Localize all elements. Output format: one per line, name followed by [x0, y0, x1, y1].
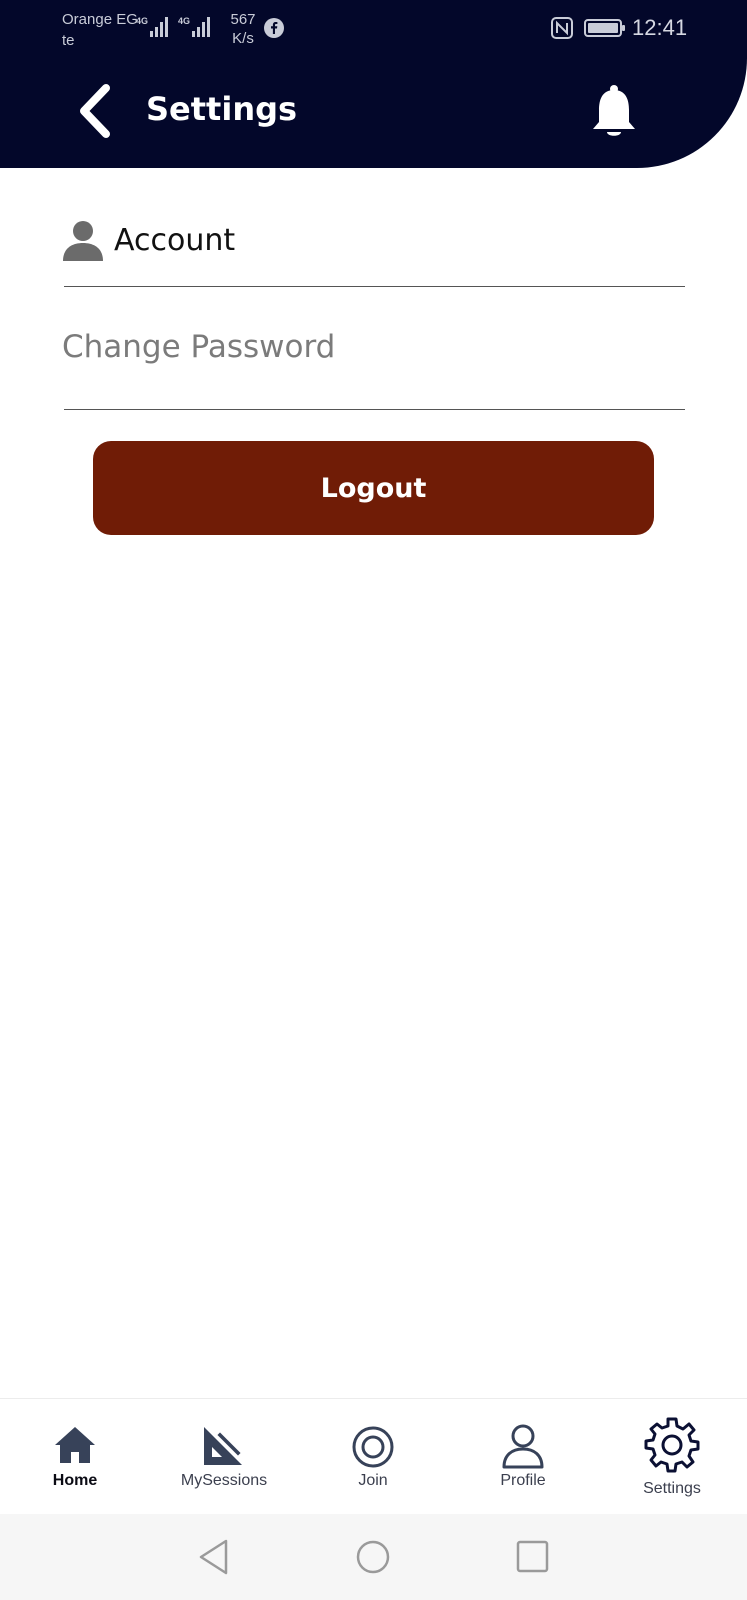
home-icon: [55, 1427, 95, 1463]
account-label: Account: [114, 222, 236, 258]
nav-label-profile: Profile: [500, 1472, 546, 1489]
nfc-icon: [551, 17, 573, 39]
signal-icon: 4G: [136, 16, 168, 37]
nav-item-join[interactable]: Join: [303, 1399, 443, 1515]
target-icon: [352, 1426, 394, 1468]
system-recents-icon[interactable]: [515, 1538, 551, 1576]
gear-icon: [644, 1417, 700, 1473]
nav-label-settings: Settings: [643, 1480, 701, 1497]
svg-text:4G: 4G: [136, 16, 148, 26]
network-speed-unit: K/s: [232, 30, 254, 47]
system-home-icon[interactable]: [355, 1538, 391, 1576]
nav-item-home[interactable]: Home: [5, 1399, 145, 1515]
network-speed-value: 567: [230, 11, 256, 28]
divider: [64, 286, 685, 287]
nav-label-mysessions: MySessions: [180, 1472, 268, 1489]
person-icon: [63, 221, 103, 261]
divider: [64, 409, 685, 410]
status-bar: Orange EG te 4G 4G 567 K/s 12:41: [0, 0, 747, 56]
account-section-header: Account: [62, 216, 235, 264]
bottom-navigation: Home MySessions Join Profile Settings: [0, 1398, 747, 1514]
system-navigation-bar: [0, 1514, 747, 1600]
profile-icon: [502, 1424, 544, 1469]
change-password-item[interactable]: Change Password: [62, 329, 335, 365]
network-speed: 567 K/s: [226, 10, 260, 48]
carrier-name: Orange EG te: [62, 11, 138, 49]
chevron-left-icon[interactable]: [70, 80, 120, 142]
set-square-icon: [204, 1427, 244, 1465]
logout-button[interactable]: Logout: [93, 441, 654, 535]
nav-item-settings[interactable]: Settings: [602, 1399, 742, 1515]
system-back-icon[interactable]: [196, 1538, 232, 1576]
nav-label-home: Home: [52, 1472, 98, 1489]
page-title: Settings: [146, 90, 298, 128]
app-header: Orange EG te 4G 4G 567 K/s 12:41 Setting…: [0, 0, 747, 168]
facebook-icon: [264, 18, 284, 38]
nav-item-profile[interactable]: Profile: [453, 1399, 593, 1515]
signal-icon: 4G: [178, 16, 210, 37]
nav-label-join: Join: [358, 1472, 388, 1489]
status-clock: 12:41: [632, 15, 688, 40]
svg-text:4G: 4G: [178, 16, 190, 26]
nav-item-mysessions[interactable]: MySessions: [154, 1399, 294, 1515]
bell-icon[interactable]: [590, 84, 638, 140]
battery-icon: [584, 19, 625, 37]
